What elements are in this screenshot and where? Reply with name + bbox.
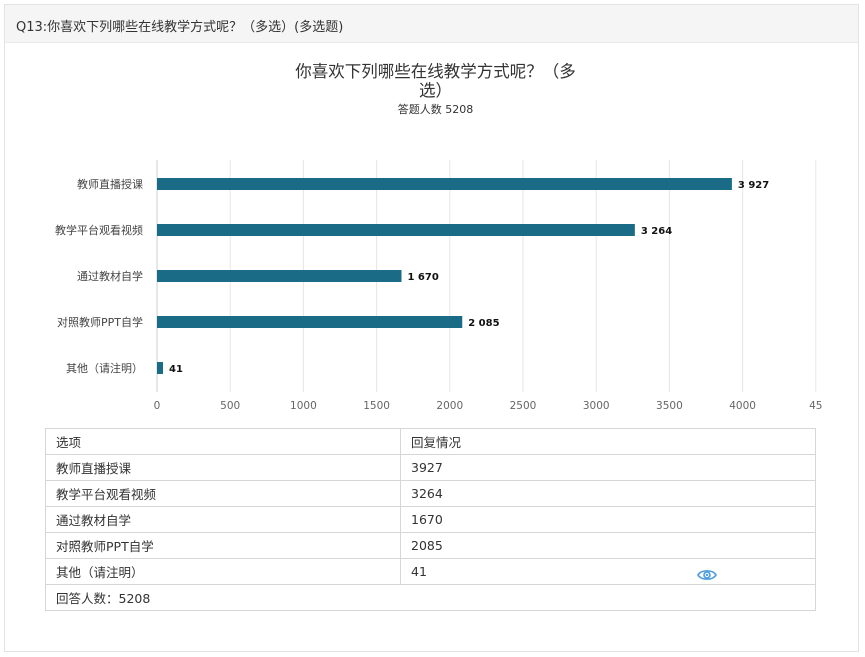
table-header-row: 选项 回复情况 xyxy=(45,428,816,455)
bar xyxy=(157,178,732,190)
table-cell-count: 1670 xyxy=(400,506,816,533)
x-tick-label: 2000 xyxy=(436,400,463,412)
table-footer-respondents: 回答人数：5208 xyxy=(45,584,816,611)
bar-chart: 0 500 1000 1500 2000 2500 3000 3500 4000 45 教师直播授课… xyxy=(55,160,822,412)
bar xyxy=(157,270,402,282)
table-cell-option: 教师直播授课 xyxy=(45,454,401,481)
results-table: 选项 回复情况 教师直播授课 3927 教学平台观看视频 3264 通过教材自学… xyxy=(45,428,816,611)
table-header-option: 选项 xyxy=(45,428,401,455)
x-tick-label: 2500 xyxy=(510,400,537,412)
table-cell-count: 3264 xyxy=(400,480,816,507)
x-tick-label: 45 xyxy=(809,400,822,412)
table-row: 通过教材自学 1670 xyxy=(45,506,816,533)
x-tick-label: 1500 xyxy=(363,400,390,412)
data-label: 41 xyxy=(169,364,183,375)
eye-icon[interactable] xyxy=(697,568,717,582)
data-label: 3 927 xyxy=(738,180,769,191)
table-cell-count: 41 xyxy=(400,558,816,585)
bar xyxy=(157,362,164,374)
data-label: 1 670 xyxy=(407,272,438,283)
table-footer-row: 回答人数：5208 xyxy=(45,584,816,611)
x-tick-label: 3500 xyxy=(656,400,683,412)
data-label: 2 085 xyxy=(468,318,499,329)
category-label: 教学平台观看视频 xyxy=(55,223,143,237)
table-cell-option: 教学平台观看视频 xyxy=(45,480,401,507)
table-cell-option: 对照教师PPT自学 xyxy=(45,532,401,559)
table-cell-option: 其他（请注明） xyxy=(45,558,401,585)
table-header-response: 回复情况 xyxy=(400,428,816,455)
table-cell-option: 通过教材自学 xyxy=(45,506,401,533)
x-tick-label: 500 xyxy=(220,400,240,412)
category-label: 其他（请注明） xyxy=(66,361,143,375)
x-tick-label: 1000 xyxy=(290,400,317,412)
table-row: 教师直播授课 3927 xyxy=(45,454,816,481)
x-tick-label: 3000 xyxy=(583,400,610,412)
table-row: 教学平台观看视频 3264 xyxy=(45,480,816,507)
category-label: 教师直播授课 xyxy=(77,177,143,191)
x-tick-label: 4000 xyxy=(729,400,756,412)
category-label: 对照教师PPT自学 xyxy=(57,315,143,329)
table-cell-count: 2085 xyxy=(400,532,816,559)
bar xyxy=(157,224,635,236)
x-tick-label: 0 xyxy=(154,400,161,412)
table-cell-count: 3927 xyxy=(400,454,816,481)
data-label: 3 264 xyxy=(641,226,672,237)
table-row: 对照教师PPT自学 2085 xyxy=(45,532,816,559)
category-label: 通过教材自学 xyxy=(77,269,143,283)
bar xyxy=(157,316,463,328)
